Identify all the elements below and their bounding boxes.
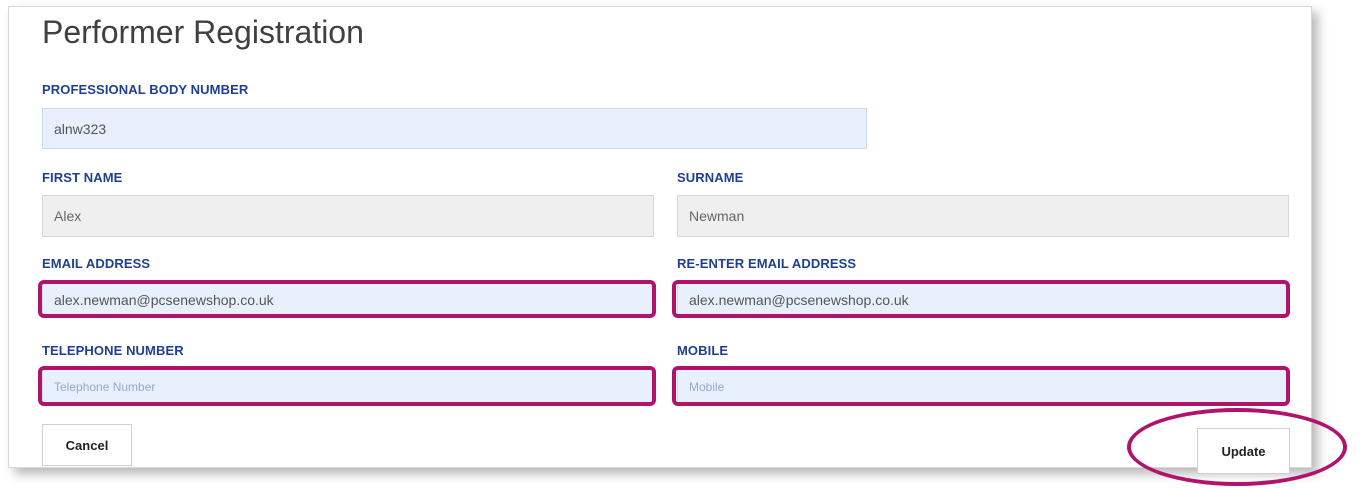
cancel-button[interactable]: Cancel: [42, 424, 132, 466]
update-button[interactable]: Update: [1197, 428, 1290, 474]
email-label: EMAIL ADDRESS: [42, 256, 151, 271]
first-name-input[interactable]: [42, 195, 654, 237]
first-name-label: FIRST NAME: [42, 170, 123, 185]
surname-label: SURNAME: [677, 170, 744, 185]
mobile-input[interactable]: [677, 368, 1289, 403]
surname-input[interactable]: [677, 195, 1289, 237]
telephone-input[interactable]: [42, 368, 654, 403]
page-title: Performer Registration: [42, 14, 364, 50]
professional-body-number-label: PROFESSIONAL BODY NUMBER: [42, 82, 249, 97]
mobile-label: MOBILE: [677, 343, 729, 358]
email-confirm-input[interactable]: [677, 282, 1289, 317]
email-input[interactable]: [42, 282, 654, 317]
email-confirm-label: RE-ENTER EMAIL ADDRESS: [677, 256, 857, 271]
professional-body-number-input[interactable]: [42, 108, 867, 149]
telephone-label: TELEPHONE NUMBER: [42, 343, 184, 358]
